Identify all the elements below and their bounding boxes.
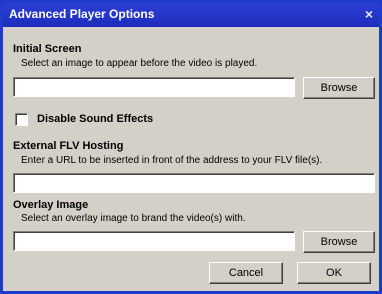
close-icon[interactable]: × [365,6,373,22]
flv-hosting-description: Enter a URL to be inserted in front of t… [21,155,323,166]
overlay-image-input[interactable] [13,231,295,251]
overlay-image-description: Select an overlay image to brand the vid… [21,213,246,224]
ok-button[interactable]: OK [297,262,371,284]
initial-screen-browse-button[interactable]: Browse [303,77,375,99]
flv-hosting-url-input[interactable] [13,173,375,193]
overlay-image-heading: Overlay Image [13,199,89,211]
dialog-title: Advanced Player Options [9,7,155,21]
disable-sound-checkbox[interactable] [15,113,28,126]
initial-screen-heading: Initial Screen [13,43,82,55]
initial-screen-input[interactable] [13,77,295,97]
cancel-button[interactable]: Cancel [209,262,283,284]
disable-sound-label[interactable]: Disable Sound Effects [37,113,153,125]
initial-screen-description: Select an image to appear before the vid… [21,58,258,69]
advanced-player-options-dialog: Advanced Player Options × Initial Screen… [0,0,382,294]
title-bar[interactable]: Advanced Player Options × [3,3,379,27]
overlay-image-browse-button[interactable]: Browse [303,231,375,253]
dialog-content: Initial Screen Select an image to appear… [3,27,379,291]
flv-hosting-heading: External FLV Hosting [13,140,124,152]
